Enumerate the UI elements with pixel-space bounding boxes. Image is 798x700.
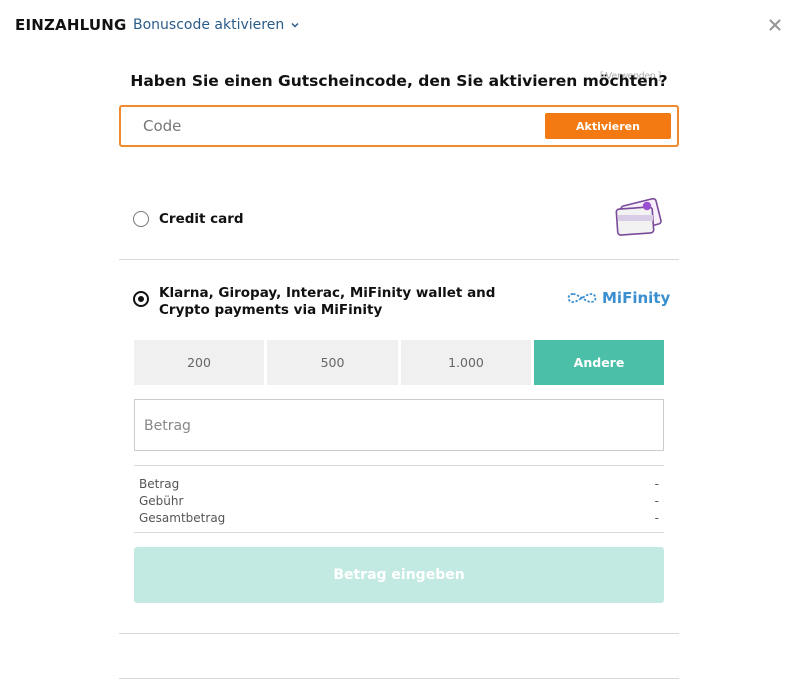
infinity-icon [567, 293, 597, 303]
page-title: EINZAHLUNG [15, 16, 127, 34]
credit-card-stack-icon [615, 197, 662, 236]
mifinity-radio[interactable] [133, 291, 149, 307]
summary-value: - [654, 494, 659, 508]
summary-value: - [654, 511, 659, 525]
amount-option-1000[interactable]: 1.000 [401, 340, 531, 385]
divider [119, 259, 679, 260]
amount-option-other[interactable]: Andere [534, 340, 664, 385]
code-field-container: Aktivieren [119, 105, 679, 147]
payment-method-credit-card[interactable]: Credit card [119, 190, 679, 250]
credit-card-label: Credit card [159, 211, 244, 227]
voucher-question: Haben Sie einen Gutscheincode, den Sie a… [130, 72, 668, 90]
submit-amount-button[interactable]: Betrag eingeben [134, 547, 664, 603]
summary-label: Gebühr [139, 494, 184, 508]
summary-divider-bottom [134, 532, 664, 533]
amount-option-200[interactable]: 200 [134, 340, 264, 385]
summary-row-amount: Betrag - [139, 477, 659, 493]
chevron-down-icon [291, 22, 299, 28]
close-icon[interactable] [767, 17, 783, 33]
divider [119, 678, 679, 679]
header: EINZAHLUNG Bonuscode aktivieren [0, 0, 798, 52]
bonus-code-link-label: Bonuscode aktivieren [133, 17, 285, 33]
summary-label: Betrag [139, 477, 180, 491]
summary-divider-top [134, 465, 664, 466]
credit-card-radio[interactable] [133, 211, 149, 227]
mifinity-label: Klarna, Giropay, Interac, MiFinity walle… [159, 285, 496, 318]
activate-button[interactable]: Aktivieren [545, 113, 671, 139]
divider [119, 633, 679, 634]
amount-option-500[interactable]: 500 [267, 340, 398, 385]
mifinity-logo-text: MiFinity [602, 289, 671, 307]
summary-value: - [654, 477, 659, 491]
payment-method-mifinity[interactable]: Klarna, Giropay, Interac, MiFinity walle… [119, 270, 679, 330]
summary-row-total: Gesamtbetrag - [139, 511, 659, 527]
summary-row-fee: Gebühr - [139, 494, 659, 510]
amount-input[interactable] [144, 416, 644, 436]
amount-field-container [134, 399, 664, 451]
code-input[interactable] [143, 115, 523, 137]
summary-label: Gesamtbetrag [139, 511, 226, 525]
mifinity-logo: MiFinity [565, 288, 670, 308]
bonus-code-link[interactable]: Bonuscode aktivieren [133, 17, 300, 33]
